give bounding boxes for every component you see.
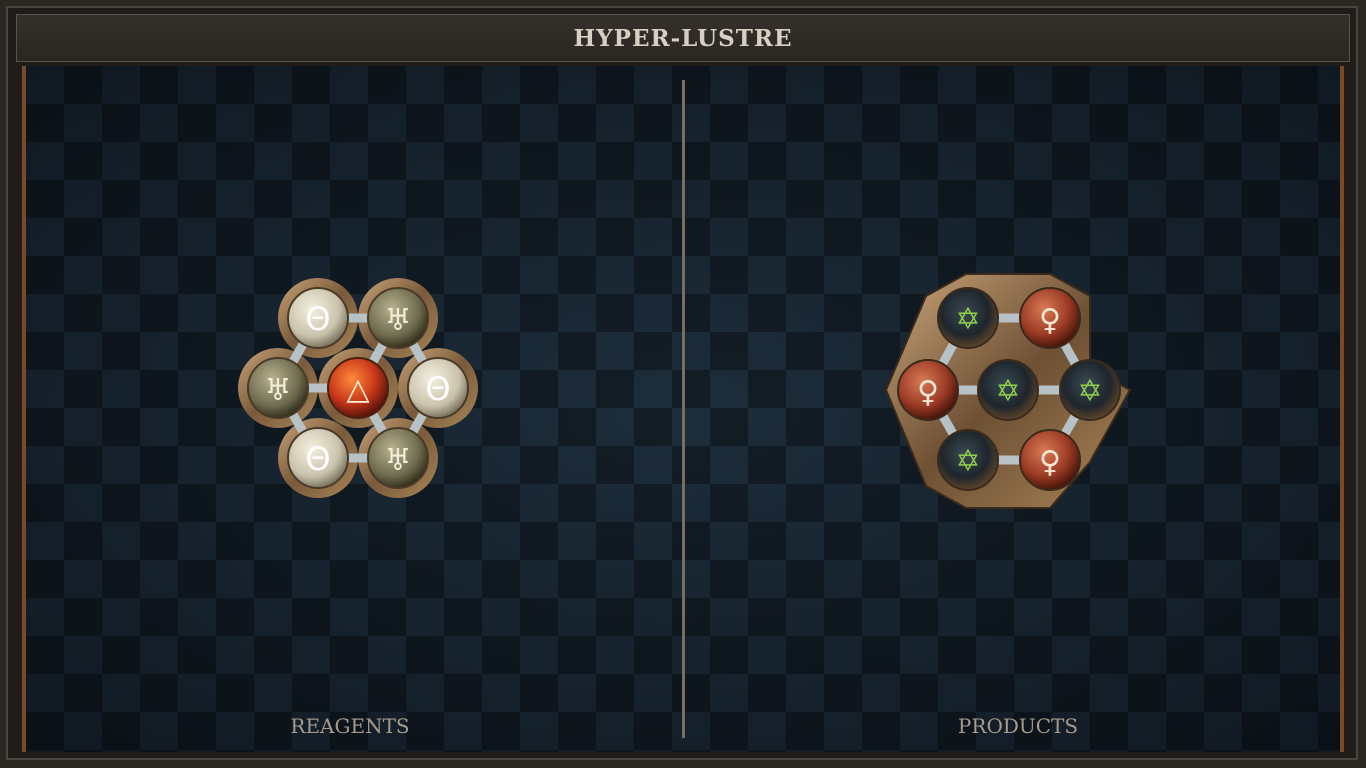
- product-atom[interactable]: ✡: [1059, 359, 1121, 421]
- product-atom[interactable]: ♀: [897, 359, 959, 421]
- panel-divider: [682, 80, 685, 738]
- svg-text:Θ: Θ: [425, 370, 450, 408]
- product-atom[interactable]: ✡: [977, 359, 1039, 421]
- svg-text:✡: ✡: [1077, 374, 1102, 409]
- puzzle-title: HYPER-LUSTRE: [573, 24, 793, 52]
- svg-text:♀: ♀: [917, 375, 939, 410]
- svg-text:♅: ♅: [265, 373, 292, 408]
- svg-text:Θ: Θ: [305, 300, 330, 338]
- svg-text:♀: ♀: [1039, 303, 1061, 338]
- svg-text:✡: ✡: [955, 444, 980, 479]
- svg-text:✡: ✡: [955, 302, 980, 337]
- svg-text:✡: ✡: [995, 374, 1020, 409]
- reagent-atom[interactable]: Θ: [407, 357, 469, 419]
- svg-text:Θ: Θ: [305, 440, 330, 478]
- svg-text:♅: ♅: [385, 443, 412, 478]
- reagent-molecule[interactable]: Θ ♅ ♅ △ Θ Θ ♅: [232, 270, 482, 510]
- product-atom[interactable]: ✡: [937, 429, 999, 491]
- reagent-atom[interactable]: ♅: [247, 357, 309, 419]
- product-atom[interactable]: ✡: [937, 287, 999, 349]
- product-atom[interactable]: ♀: [1019, 287, 1081, 349]
- reagents-label: REAGENTS: [290, 714, 410, 738]
- reagent-atom[interactable]: Θ: [287, 287, 349, 349]
- product-atom[interactable]: ♀: [1019, 429, 1081, 491]
- title-bar: HYPER-LUSTRE: [16, 14, 1350, 62]
- reagent-atom[interactable]: ♅: [367, 427, 429, 489]
- reagent-atom[interactable]: ♅: [367, 287, 429, 349]
- game-window: HYPER-LUSTRE Θ ♅ ♅ △ Θ Θ ♅ ✡ ♀ ♀ ✡ ✡ ✡ ♀…: [0, 0, 1366, 768]
- reagent-atom[interactable]: △: [327, 357, 389, 419]
- svg-text:♅: ♅: [385, 303, 412, 338]
- reagent-atom[interactable]: Θ: [287, 427, 349, 489]
- products-label: PRODUCTS: [957, 714, 1079, 738]
- svg-text:♀: ♀: [1039, 445, 1061, 480]
- svg-text:△: △: [346, 372, 369, 407]
- product-molecule[interactable]: ✡ ♀ ♀ ✡ ✡ ✡ ♀: [884, 272, 1134, 512]
